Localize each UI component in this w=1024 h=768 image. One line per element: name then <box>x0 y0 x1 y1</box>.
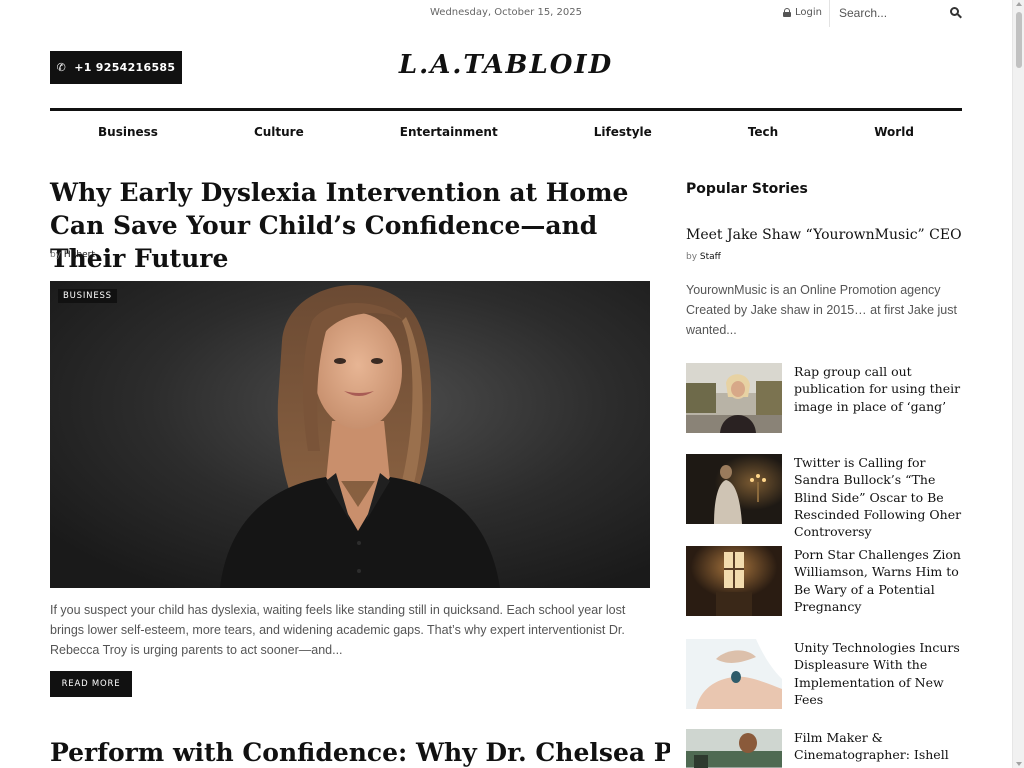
article-byline: by Hubert <box>50 250 95 260</box>
article-title[interactable]: Why Early Dyslexia Intervention at Home … <box>50 176 660 275</box>
featured-story-excerpt: YourownMusic is an Online Promotion agen… <box>686 283 957 337</box>
login-link[interactable]: Login <box>783 7 822 18</box>
featured-story-byline: by Staff <box>686 252 721 262</box>
search-box <box>834 2 964 24</box>
nav-item-world[interactable]: World <box>854 125 934 139</box>
featured-story-title[interactable]: Meet Jake Shaw “YourownMusic” CEO <box>686 226 962 245</box>
page: Wednesday, October 15, 2025 Login ✆ +1 9… <box>0 0 1012 768</box>
byline-prefix: by <box>50 250 62 260</box>
sidebar-title: Popular Stories <box>686 181 808 197</box>
login-label: Login <box>795 7 822 18</box>
search-divider <box>829 0 830 27</box>
main-nav: Business Culture Entertainment Lifestyle… <box>50 112 962 152</box>
byline-prefix: by <box>686 252 698 262</box>
featured-story-author[interactable]: Staff <box>700 252 721 262</box>
scroll-up-arrow-icon[interactable] <box>1016 2 1022 6</box>
read-more-button[interactable]: READ MORE <box>50 671 132 697</box>
story-title[interactable]: Porn Star Challenges Zion Williamson, Wa… <box>794 546 964 615</box>
article-hero-image[interactable]: BUSINESS <box>50 281 650 588</box>
nav-item-culture[interactable]: Culture <box>234 125 324 139</box>
nav-item-business[interactable]: Business <box>78 125 178 139</box>
search-input[interactable] <box>834 2 944 24</box>
story-thumbnail[interactable] <box>686 729 782 768</box>
next-article-title[interactable]: Perform with Confidence: Why Dr. Chelsea… <box>50 736 670 768</box>
story-title[interactable]: Twitter is Calling for Sandra Bullock’s … <box>794 454 964 540</box>
nav-item-tech[interactable]: Tech <box>728 125 798 139</box>
scroll-down-arrow-icon[interactable] <box>1016 762 1022 766</box>
article-author[interactable]: Hubert <box>64 250 95 260</box>
article-excerpt: If you suspect your child has dyslexia, … <box>50 603 626 657</box>
lock-icon <box>783 8 791 17</box>
nav-item-entertainment[interactable]: Entertainment <box>380 125 518 139</box>
story-thumbnail[interactable] <box>686 454 782 524</box>
category-badge[interactable]: BUSINESS <box>58 289 117 303</box>
page-scrollbar[interactable] <box>1012 0 1024 768</box>
story-title[interactable]: Film Maker & Cinematographer: Ishell New… <box>794 729 964 768</box>
story-title[interactable]: Unity Technologies Incurs Displeasure Wi… <box>794 639 964 708</box>
story-thumbnail[interactable] <box>686 363 782 433</box>
nav-item-lifestyle[interactable]: Lifestyle <box>574 125 672 139</box>
story-title[interactable]: Rap group call out publication for using… <box>794 363 964 415</box>
portrait-illustration <box>50 281 650 588</box>
nav-rule <box>50 108 962 111</box>
story-thumbnail[interactable] <box>686 639 782 709</box>
story-thumbnail[interactable] <box>686 546 782 616</box>
scrollbar-thumb[interactable] <box>1016 12 1022 68</box>
search-icon[interactable] <box>950 7 962 19</box>
site-logo[interactable]: L.A.TABLOID <box>0 50 1012 80</box>
